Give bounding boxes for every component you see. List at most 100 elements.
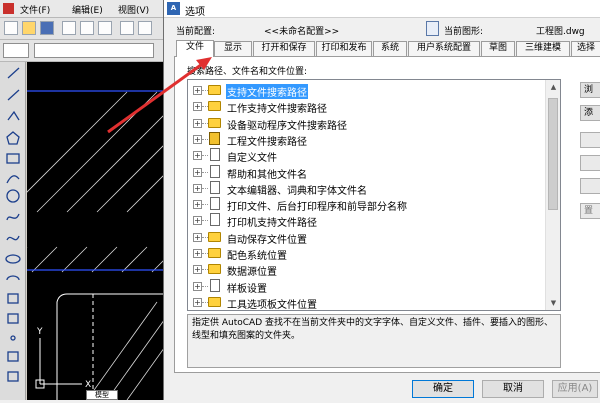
tree-item-label: 支持文件搜索路径: [226, 84, 308, 99]
draw-toolbar: [0, 62, 26, 400]
menu-file[interactable]: 文件(F): [20, 3, 50, 16]
options-dialog: A 选项 当前配置: <<未命名配置>> 当前图形: 工程图.dwg 文件 显示…: [163, 0, 600, 400]
tree-connector: [202, 138, 208, 140]
tree-item[interactable]: + 帮助和其他文件名: [188, 164, 546, 181]
move-down-button[interactable]: [580, 178, 600, 194]
current-drawing-label: 当前图形:: [444, 27, 484, 37]
model-tab[interactable]: 模型: [86, 390, 118, 400]
move-up-button[interactable]: [580, 155, 600, 171]
expand-icon[interactable]: +: [193, 151, 202, 161]
style-combo[interactable]: [3, 43, 29, 58]
copy-icon[interactable]: [138, 21, 152, 35]
current-profile-value: <<未命名配置>>: [264, 27, 340, 37]
tab-display[interactable]: 显示: [214, 41, 252, 56]
tree-item[interactable]: + 工具选项板文件位置: [188, 294, 546, 310]
tab-3d-modeling[interactable]: 三维建模: [516, 41, 570, 56]
tree-item[interactable]: + 支持文件搜索路径: [188, 82, 546, 99]
tree-item[interactable]: + 样板设置: [188, 278, 546, 295]
add-button[interactable]: 添: [580, 105, 600, 121]
expand-icon[interactable]: +: [193, 102, 202, 112]
tree-item-label: 工作支持文件搜索路径: [227, 104, 327, 116]
construction-line-icon: [7, 89, 20, 101]
ok-button[interactable]: 确定: [412, 380, 474, 398]
circle-icon: [6, 189, 20, 203]
tree-item-label: 配色系统位置: [227, 251, 287, 262]
open-icon[interactable]: [22, 21, 36, 35]
expand-icon[interactable]: +: [193, 216, 202, 226]
print-icon[interactable]: [62, 21, 76, 35]
tree-item-label: 打印机支持文件路径: [227, 218, 317, 230]
document-icon: [210, 213, 220, 227]
book-icon: [209, 131, 220, 145]
expand-icon[interactable]: +: [193, 183, 202, 193]
document-icon: [210, 148, 220, 162]
tree-scrollbar[interactable]: ▲ ▼: [545, 80, 560, 310]
menu-view[interactable]: 视图(V): [118, 3, 149, 16]
insert-block-icon: [7, 293, 19, 304]
tree-item[interactable]: + 打印机支持文件路径: [188, 212, 546, 230]
file-locations-tree[interactable]: + 支持文件搜索路径 + 工作支持文件搜索路径 + 设备驱动程序文件搜索路径 + 工程文件搜索…: [187, 79, 561, 311]
tree-item[interactable]: + 配色系统位置: [188, 245, 546, 262]
expand-icon[interactable]: +: [193, 281, 202, 291]
scroll-down-icon[interactable]: ▼: [546, 296, 560, 310]
svg-text:X: X: [85, 380, 91, 390]
menu-edit[interactable]: 编辑(E): [72, 3, 103, 16]
folder-icon: [208, 85, 221, 95]
cancel-button[interactable]: 取消: [482, 380, 544, 398]
tab-drafting[interactable]: 草图: [481, 41, 515, 56]
tree-item-label: 设备驱动程序文件搜索路径: [227, 120, 347, 132]
tab-system[interactable]: 系统: [373, 41, 407, 56]
tree-item[interactable]: + 自动保存文件位置: [188, 229, 546, 246]
tree-item[interactable]: + 自定义文件: [188, 147, 546, 164]
expand-icon[interactable]: +: [193, 86, 202, 95]
cut-icon[interactable]: [120, 21, 134, 35]
expand-icon[interactable]: +: [193, 249, 202, 258]
layers-toolbar: [0, 40, 170, 62]
tree-item-label: 帮助和其他文件名: [227, 169, 307, 181]
document-icon: [210, 197, 220, 211]
tab-user-preferences[interactable]: 用户系统配置: [408, 41, 480, 56]
folder-icon: [208, 264, 221, 275]
tree-item[interactable]: + 数据源位置: [188, 261, 546, 278]
tab-selection[interactable]: 选择: [571, 41, 600, 56]
scroll-thumb[interactable]: [548, 98, 558, 210]
publish-icon[interactable]: [98, 21, 112, 35]
expand-icon[interactable]: +: [193, 167, 202, 177]
tab-files[interactable]: 文件: [176, 40, 214, 57]
dialog-buttons: 确定 取消 应用(A): [164, 373, 600, 400]
browse-button[interactable]: 浏: [580, 82, 600, 98]
expand-icon[interactable]: +: [193, 265, 202, 275]
profile-row: 当前配置: <<未命名配置>> 当前图形: 工程图.dwg: [164, 18, 600, 40]
point-icon: [10, 335, 16, 341]
expand-icon[interactable]: +: [193, 232, 202, 242]
tab-plot-publish[interactable]: 打印和发布: [316, 41, 372, 56]
tree-item[interactable]: + 设备驱动程序文件搜索路径: [188, 115, 546, 132]
expand-icon[interactable]: +: [193, 200, 202, 210]
current-drawing-value: 工程图.dwg: [536, 27, 585, 37]
expand-icon[interactable]: +: [193, 297, 202, 307]
tree-item[interactable]: + 打印文件、后台打印程序和前导部分名称: [188, 196, 546, 214]
new-icon[interactable]: [4, 21, 18, 35]
preview-icon[interactable]: [80, 21, 94, 35]
tab-open-save[interactable]: 打开和保存: [253, 41, 315, 56]
tree-item[interactable]: + 文本编辑器、词典和字体文件名: [188, 180, 546, 197]
remove-button[interactable]: [580, 132, 600, 148]
scroll-up-icon[interactable]: ▲: [546, 80, 560, 94]
set-current-button[interactable]: 置: [580, 203, 600, 219]
tree-item[interactable]: + 工作支持文件搜索路径: [188, 98, 546, 116]
spline-icon: [6, 235, 20, 241]
save-icon[interactable]: [40, 21, 54, 35]
layer-combo[interactable]: [34, 43, 154, 58]
tree-connector: [202, 204, 208, 206]
drawing-file-icon: [426, 21, 439, 36]
dialog-titlebar[interactable]: A 选项: [164, 0, 600, 18]
app-menu-icon[interactable]: [3, 3, 14, 14]
expand-icon[interactable]: +: [193, 134, 202, 144]
apply-button[interactable]: 应用(A): [552, 380, 598, 398]
tree-item[interactable]: + 工程文件搜索路径: [188, 131, 546, 148]
expand-icon[interactable]: +: [193, 118, 202, 128]
tree-item-label: 打印文件、后台打印程序和前导部分名称: [227, 202, 407, 214]
document-icon: [210, 164, 220, 178]
drawing-canvas[interactable]: Y X: [27, 62, 170, 400]
folder-icon: [208, 101, 221, 112]
